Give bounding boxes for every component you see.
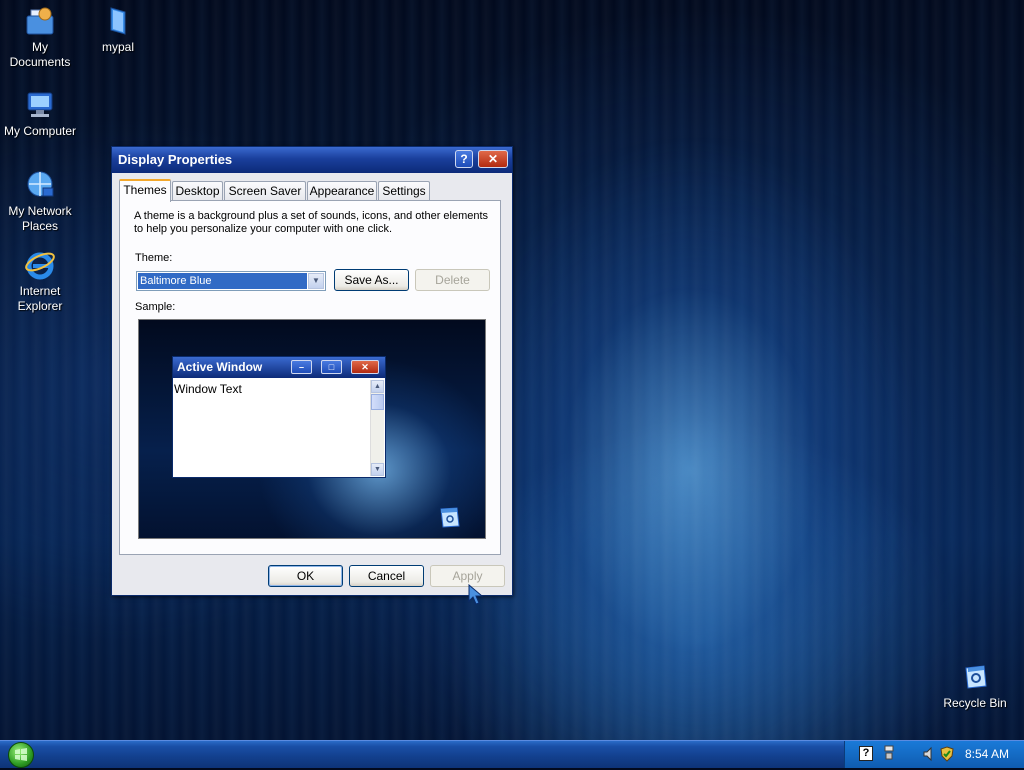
sample-scrollbar: ▲ ▼ <box>370 380 384 476</box>
clock[interactable]: 8:54 AM <box>965 747 1009 761</box>
theme-select[interactable]: Baltimore Blue ▼ <box>136 271 326 291</box>
tab-themes[interactable]: Themes <box>119 179 171 202</box>
maximize-icon: □ <box>321 360 342 374</box>
desktop-icon-my-documents[interactable]: My Documents <box>0 4 80 70</box>
folder-icon <box>101 4 135 38</box>
close-icon: ✕ <box>351 360 379 374</box>
safely-remove-hardware-icon[interactable] <box>883 745 895 761</box>
cancel-button[interactable]: Cancel <box>349 565 424 587</box>
button-label: Delete <box>435 273 470 287</box>
button-label: Apply <box>452 569 483 583</box>
tab-screen-saver[interactable]: Screen Saver <box>224 181 306 201</box>
display-properties-window: Display Properties ? ✕ Themes Desktop Sc… <box>111 146 513 596</box>
volume-icon[interactable] <box>923 746 937 762</box>
close-button[interactable]: ✕ <box>478 150 508 168</box>
themes-panel: A theme is a background plus a set of so… <box>119 200 501 555</box>
security-shield-icon[interactable] <box>939 746 955 762</box>
theme-sample-preview: Active Window – □ ✕ Window Text ▲ ▼ <box>138 319 486 539</box>
tab-label: Themes <box>123 183 167 197</box>
button-label: Save As... <box>344 273 399 287</box>
tab-label: Screen Saver <box>228 184 302 198</box>
tab-desktop[interactable]: Desktop <box>172 181 223 201</box>
help-button[interactable]: ? <box>455 150 473 168</box>
desktop-icon-internet-explorer[interactable]: Internet Explorer <box>0 248 80 314</box>
sample-title-bar: Active Window – □ ✕ <box>173 357 385 378</box>
button-label: Cancel <box>367 569 406 583</box>
system-tray: ? 8:54 AM <box>844 741 1024 768</box>
my-documents-icon <box>23 4 57 38</box>
window-title: Display Properties <box>118 152 233 167</box>
title-bar[interactable]: Display Properties ? ✕ <box>112 147 512 173</box>
desktop-icon-my-network-places[interactable]: My Network Places <box>0 168 80 234</box>
recycle-bin-icon <box>437 506 463 528</box>
desktop-icon-label: Recycle Bin <box>943 696 1007 710</box>
chevron-down-icon[interactable]: ▼ <box>308 273 324 289</box>
recycle-bin-icon <box>958 660 992 694</box>
theme-description: A theme is a background plus a set of so… <box>134 210 489 235</box>
theme-label: Theme: <box>135 252 173 264</box>
help-icon: ? <box>460 152 468 166</box>
sample-desktop: Active Window – □ ✕ Window Text ▲ ▼ <box>138 319 486 539</box>
desktop-icon-my-computer[interactable]: My Computer <box>0 88 80 139</box>
taskbar: ? 8:54 AM <box>0 740 1024 768</box>
help-icon[interactable]: ? <box>859 746 873 761</box>
tab-label: Desktop <box>175 184 220 198</box>
button-label: OK <box>296 569 315 583</box>
save-as-button[interactable]: Save As... <box>334 269 409 291</box>
desktop-icon-label: mypal <box>101 40 134 54</box>
sample-active-window: Active Window – □ ✕ Window Text ▲ ▼ <box>172 356 386 478</box>
scroll-up-icon: ▲ <box>371 380 384 393</box>
ok-button[interactable]: OK <box>268 565 343 587</box>
theme-select-value: Baltimore Blue <box>138 273 307 289</box>
windows-logo-icon <box>15 748 27 761</box>
desktop-icon-label: My Computer <box>3 124 77 138</box>
internet-explorer-icon <box>23 248 57 282</box>
scroll-down-icon: ▼ <box>371 463 384 476</box>
desktop-icon-recycle-bin[interactable]: Recycle Bin <box>935 660 1015 711</box>
desktop-icon-label: My Documents <box>9 40 71 69</box>
desktop-icon-label: Internet Explorer <box>17 284 63 313</box>
minimize-icon: – <box>291 360 312 374</box>
tab-label: Settings <box>382 184 426 198</box>
scroll-thumb <box>371 394 384 410</box>
desktop-icon-label: My Network Places <box>8 204 72 233</box>
tab-settings[interactable]: Settings <box>378 181 430 201</box>
delete-button[interactable]: Delete <box>415 269 490 291</box>
network-icon <box>23 168 57 202</box>
tab-appearance[interactable]: Appearance <box>307 181 377 201</box>
tab-label: Appearance <box>309 184 375 198</box>
sample-window-title: Active Window <box>177 360 263 374</box>
my-computer-icon <box>23 88 57 122</box>
sample-label: Sample: <box>135 301 176 313</box>
start-button[interactable] <box>8 742 34 768</box>
close-icon: ✕ <box>487 152 499 166</box>
sample-window-text: Window Text <box>174 382 242 396</box>
desktop-icon-mypal[interactable]: mypal <box>78 4 158 55</box>
